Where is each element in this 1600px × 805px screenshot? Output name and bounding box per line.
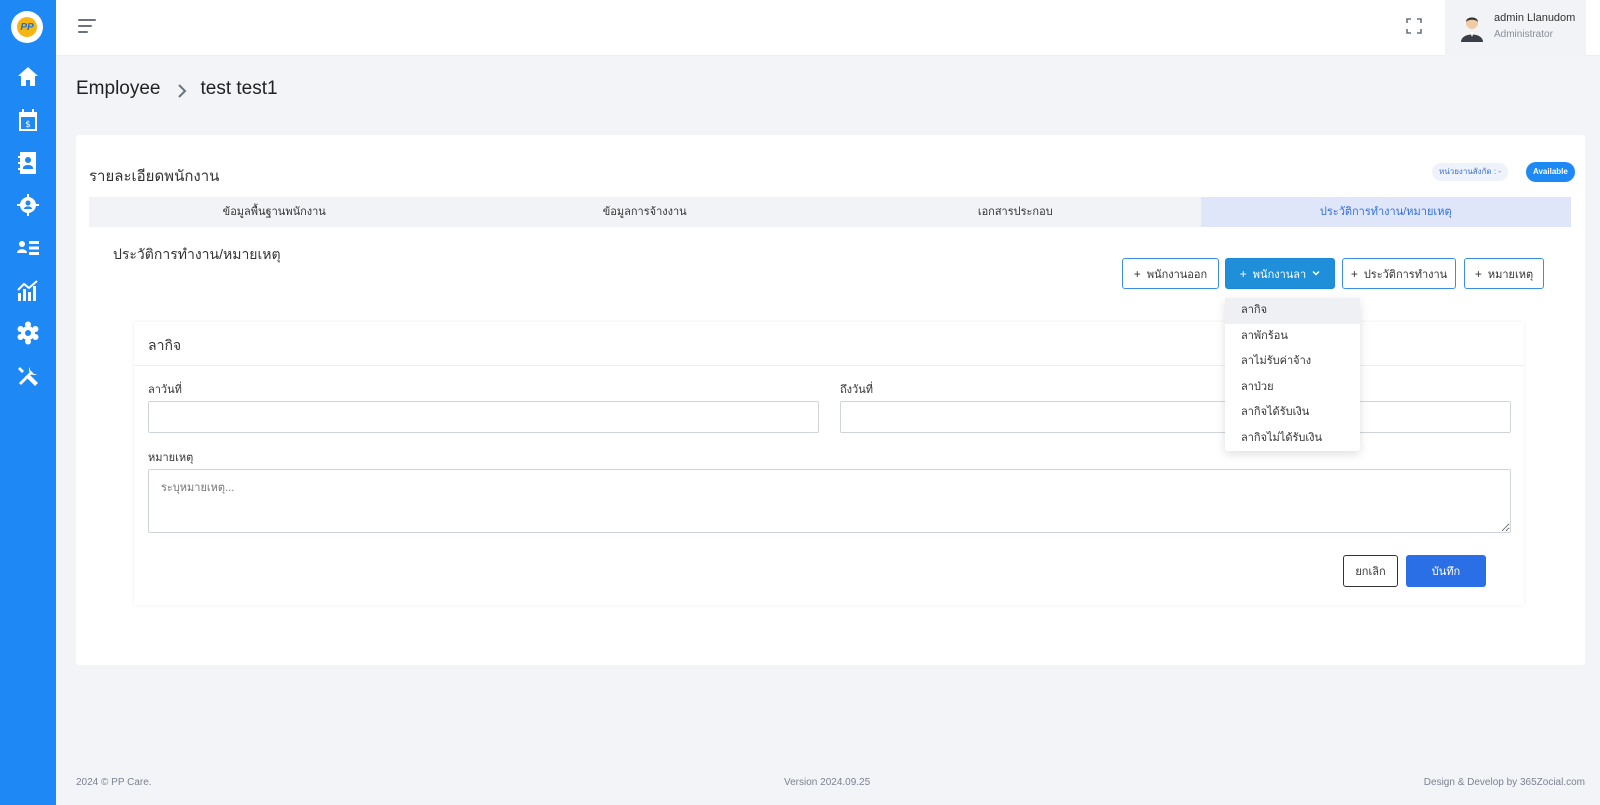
leave-dropdown-button[interactable]: + พนักงานลา xyxy=(1225,258,1335,289)
to-date-label: ถึงวันที่ xyxy=(840,384,873,396)
svg-text:$: $ xyxy=(25,120,31,130)
footer: 2024 © PP Care. Version 2024.09.25 Desig… xyxy=(56,758,1600,805)
user-role: Administrator xyxy=(1494,29,1553,40)
home-icon[interactable] xyxy=(16,65,40,89)
from-date-input[interactable] xyxy=(148,401,819,433)
app-logo[interactable]: PP xyxy=(11,11,43,43)
breadcrumb-current: test test1 xyxy=(200,78,278,99)
section-title: ประวัติการทำงาน/หมายเหตุ xyxy=(113,246,281,262)
breadcrumb: Employee test test1 xyxy=(76,78,278,100)
tab-documents[interactable]: เอกสารประกอบ xyxy=(830,197,1201,227)
team-gear-icon[interactable] xyxy=(16,193,40,217)
note-label: หมายเหตุ xyxy=(148,452,194,464)
department-badge: หน่วยงานสังกัด : - xyxy=(1432,163,1508,181)
from-date-label: ลาวันที่ xyxy=(148,384,182,396)
topbar: admin Llanudom Administrator xyxy=(56,0,1600,56)
card-title: รายละเอียดพนักงาน xyxy=(89,168,220,185)
menu-item-paid-personal-leave[interactable]: ลากิจได้รับเงิน xyxy=(1225,400,1360,426)
tab-employment-info[interactable]: ข้อมูลการจ้างงาน xyxy=(460,197,831,227)
footer-copyright: 2024 © PP Care. xyxy=(76,777,152,788)
to-date-input[interactable] xyxy=(840,401,1511,433)
resign-button-label: พนักงานออก xyxy=(1146,268,1208,281)
note-button-label: หมายเหตุ xyxy=(1487,268,1534,281)
employee-detail-card: รายละเอียดพนักงาน หน่วยงานสังกัด : - Ava… xyxy=(76,135,1585,665)
sidebar: PP $ xyxy=(0,0,56,805)
settings-icon[interactable] xyxy=(16,321,40,345)
plus-icon: + xyxy=(1133,266,1141,281)
footer-version: Version 2024.09.25 xyxy=(784,777,871,788)
plus-icon: + xyxy=(1239,266,1247,281)
note-button[interactable]: + หมายเหตุ xyxy=(1464,258,1544,289)
chevron-right-icon xyxy=(177,82,187,98)
tab-bar: ข้อมูลพื้นฐานพนักงาน ข้อมูลการจ้างงาน เอ… xyxy=(89,197,1571,227)
menu-item-unpaid-leave[interactable]: ลาไม่รับค่าจ้าง xyxy=(1225,349,1360,375)
contact-book-icon[interactable] xyxy=(16,151,40,175)
user-list-icon[interactable] xyxy=(16,236,40,260)
user-name: admin Llanudom xyxy=(1494,12,1576,24)
cancel-button[interactable]: ยกเลิก xyxy=(1343,555,1398,587)
form-title: ลากิจ xyxy=(148,337,182,353)
work-history-button[interactable]: + ประวัติการทำงาน xyxy=(1342,258,1456,289)
save-button[interactable]: บันทึก xyxy=(1406,555,1486,587)
breadcrumb-parent[interactable]: Employee xyxy=(76,78,161,100)
user-menu[interactable]: admin Llanudom Administrator xyxy=(1445,0,1586,56)
leave-type-menu: ลากิจ ลาพักร้อน ลาไม่รับค่าจ้าง ลาป่วย ล… xyxy=(1225,298,1360,451)
footer-credit: Design & Develop by 365Zocial.com xyxy=(1423,777,1585,788)
menu-item-personal-leave[interactable]: ลากิจ xyxy=(1225,298,1360,324)
avatar xyxy=(1459,14,1485,42)
fullscreen-icon[interactable] xyxy=(1406,18,1422,34)
menu-item-sick-leave[interactable]: ลาป่วย xyxy=(1225,375,1360,401)
work-history-button-label: ประวัติการทำงาน xyxy=(1363,268,1448,281)
chart-icon[interactable] xyxy=(16,279,40,303)
menu-toggle-icon[interactable] xyxy=(78,19,96,33)
note-textarea[interactable] xyxy=(148,469,1511,533)
plus-icon: + xyxy=(1474,266,1482,281)
tab-work-history[interactable]: ประวัติการทำงาน/หมายเหตุ xyxy=(1200,197,1571,227)
menu-item-unpaid-personal-leave[interactable]: ลากิจไม่ได้รับเงิน xyxy=(1225,426,1360,452)
chevron-down-icon xyxy=(1312,268,1320,280)
calendar-payroll-icon[interactable]: $ xyxy=(16,108,40,132)
leave-button-label: พนักงานลา xyxy=(1252,268,1307,281)
menu-item-vacation-leave[interactable]: ลาพักร้อน xyxy=(1225,324,1360,350)
tab-basic-info[interactable]: ข้อมูลพื้นฐานพนักงาน xyxy=(89,197,460,227)
resign-button[interactable]: + พนักงานออก xyxy=(1122,258,1219,289)
logo-mark: PP xyxy=(17,17,37,37)
tools-icon[interactable] xyxy=(16,364,40,388)
plus-icon: + xyxy=(1350,266,1358,281)
status-badge: Available xyxy=(1526,162,1575,182)
